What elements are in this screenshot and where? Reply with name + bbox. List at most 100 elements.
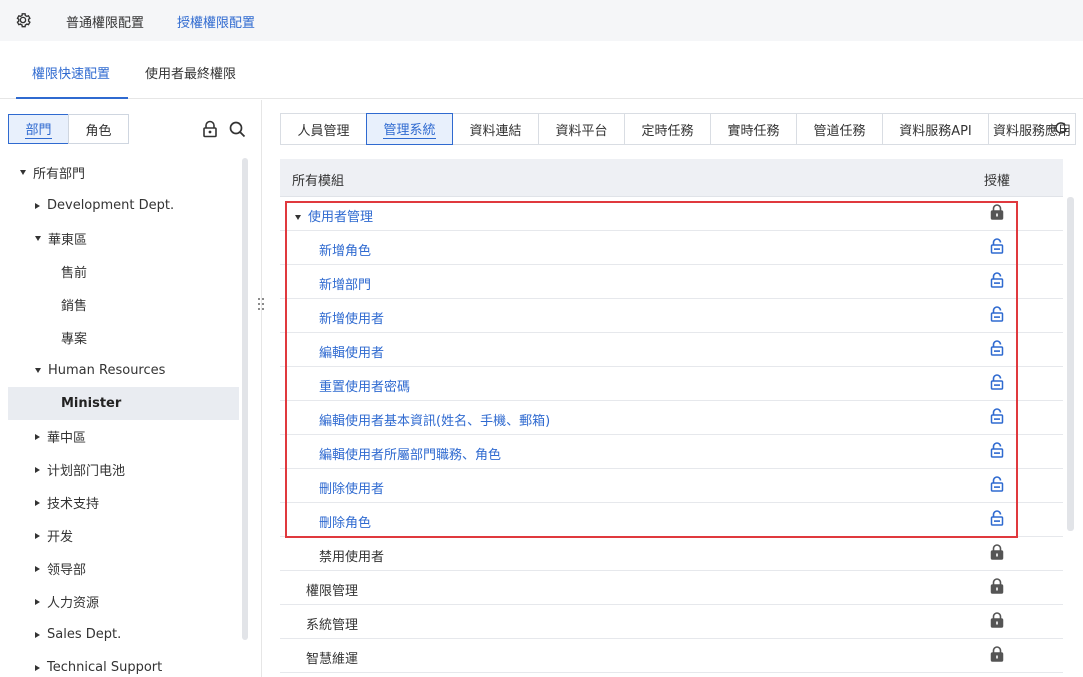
tree-item[interactable]: 華東區 xyxy=(35,222,87,255)
table-row[interactable]: 系統管理 xyxy=(280,605,1063,639)
unlock-icon[interactable] xyxy=(990,238,1004,254)
module-tab[interactable]: 資料連結 xyxy=(452,113,539,145)
table-row[interactable]: 新增部門 xyxy=(280,265,1063,299)
module-tab[interactable]: 管理系統 xyxy=(366,113,453,145)
caret-right-icon[interactable] xyxy=(35,631,40,638)
gear-icon[interactable] xyxy=(14,11,32,29)
tree-item-label: Development Dept. xyxy=(47,198,175,213)
tree-item[interactable]: 所有部門 xyxy=(20,156,85,189)
tree-item[interactable]: Minister xyxy=(8,387,239,420)
table-scrollbar[interactable] xyxy=(1067,197,1074,531)
caret-down-icon[interactable] xyxy=(20,170,26,175)
lock-icon[interactable] xyxy=(990,646,1004,662)
table-row[interactable]: 禁用使用者 xyxy=(280,537,1063,571)
unlock-icon[interactable] xyxy=(990,272,1004,288)
module-tab[interactable]: 實時任務 xyxy=(710,113,797,145)
tree-scrollbar[interactable] xyxy=(242,158,248,640)
tree-item[interactable]: 售前 xyxy=(61,255,87,288)
row-label-text: 智慧維運 xyxy=(306,652,359,667)
tree-item-label: 计划部门电池 xyxy=(47,464,126,479)
row-label-text: 編輯使用者 xyxy=(319,346,385,361)
caret-down-icon[interactable] xyxy=(35,236,41,241)
caret-right-icon[interactable] xyxy=(35,202,40,209)
module-tab[interactable]: 管道任務 xyxy=(796,113,883,145)
segment-department[interactable]: 部門 xyxy=(8,114,69,144)
caret-right-icon[interactable] xyxy=(35,499,40,506)
table-row[interactable]: 編輯使用者所屬部門職務、角色 xyxy=(280,435,1063,469)
table-row[interactable]: 使用者管理 xyxy=(280,197,1063,231)
table-row[interactable]: 編輯使用者 xyxy=(280,333,1063,367)
module-tab-label: 資料服務API xyxy=(899,123,972,139)
row-label: 重置使用者密碼 xyxy=(319,376,410,395)
tree-item[interactable]: 華中區 xyxy=(35,420,86,453)
caret-down-icon[interactable] xyxy=(295,215,301,220)
caret-right-icon[interactable] xyxy=(35,532,40,539)
tree-item-label: 技术支持 xyxy=(47,497,100,512)
caret-down-icon[interactable] xyxy=(35,368,41,373)
tree-item[interactable]: 專案 xyxy=(61,321,87,354)
row-label-text: 禁用使用者 xyxy=(319,550,385,565)
tab-authorization-permission[interactable]: 授權權限配置 xyxy=(177,12,255,31)
tree-item[interactable]: Sales Dept. xyxy=(35,618,121,651)
tree-item[interactable]: 人力资源 xyxy=(35,585,99,618)
tree-item[interactable]: Technical Support xyxy=(35,651,162,677)
unlock-icon[interactable] xyxy=(990,374,1004,390)
tree-item[interactable]: 计划部门电池 xyxy=(35,453,125,486)
caret-right-icon[interactable] xyxy=(35,466,40,473)
tab-normal-permission[interactable]: 普通權限配置 xyxy=(66,12,144,31)
module-tab-label: 管道任務 xyxy=(813,123,866,139)
row-label: 權限管理 xyxy=(306,580,358,599)
lock-icon[interactable] xyxy=(990,544,1004,560)
lock-icon[interactable] xyxy=(990,612,1004,628)
unlock-icon[interactable] xyxy=(990,306,1004,322)
refresh-icon[interactable] xyxy=(1053,120,1069,136)
table-row[interactable]: 刪除角色 xyxy=(280,503,1063,537)
module-tab-label: 人員管理 xyxy=(297,123,350,139)
tree-item[interactable]: 开发 xyxy=(35,519,73,552)
panel-resize-handle[interactable] xyxy=(256,296,266,312)
module-tab[interactable]: 資料平台 xyxy=(538,113,625,145)
caret-right-icon[interactable] xyxy=(35,433,40,440)
table-row[interactable]: 編輯使用者基本資訊(姓名、手機、郵箱) xyxy=(280,401,1063,435)
lock-icon[interactable] xyxy=(990,578,1004,594)
table-row[interactable]: 刪除使用者 xyxy=(280,469,1063,503)
module-tab-label: 資料連結 xyxy=(469,123,522,139)
top-bar: 普通權限配置 授權權限配置 xyxy=(0,0,1083,41)
header-authorization: 授權 xyxy=(984,174,1011,189)
table-row[interactable]: 新增使用者 xyxy=(280,299,1063,333)
unlock-icon[interactable] xyxy=(990,476,1004,492)
tree-item-label: 领导部 xyxy=(47,563,87,578)
module-tab[interactable]: 定時任務 xyxy=(624,113,711,145)
tree-item[interactable]: Human Resources xyxy=(35,354,165,387)
unlock-icon[interactable] xyxy=(990,442,1004,458)
module-tab[interactable]: 資料服務API xyxy=(882,113,989,145)
table-row[interactable]: 智慧維運 xyxy=(280,639,1063,673)
segment-role[interactable]: 角色 xyxy=(68,114,129,144)
lock-filter-icon[interactable] xyxy=(201,120,219,138)
tree-item[interactable]: 技术支持 xyxy=(35,486,99,519)
row-label: 系統管理 xyxy=(306,614,358,633)
unlock-icon[interactable] xyxy=(990,510,1004,526)
table-row[interactable]: 權限管理 xyxy=(280,571,1063,605)
table-row[interactable]: 新增角色 xyxy=(280,231,1063,265)
search-icon[interactable] xyxy=(228,120,246,138)
unlock-icon[interactable] xyxy=(990,340,1004,356)
row-label-text: 編輯使用者所屬部門職務、角色 xyxy=(319,448,502,463)
row-label: 編輯使用者 xyxy=(319,342,384,361)
unlock-icon[interactable] xyxy=(990,408,1004,424)
tree-item[interactable]: 銷售 xyxy=(61,288,87,321)
module-tab-label: 實時任務 xyxy=(727,123,780,139)
caret-right-icon[interactable] xyxy=(35,664,40,671)
caret-right-icon[interactable] xyxy=(35,598,40,605)
caret-right-icon[interactable] xyxy=(35,565,40,572)
table-row[interactable]: 重置使用者密碼 xyxy=(280,367,1063,401)
row-label: 新增使用者 xyxy=(319,308,384,327)
tree-item[interactable]: 领导部 xyxy=(35,552,86,585)
row-label: 智慧維運 xyxy=(306,648,358,667)
lock-icon[interactable] xyxy=(990,204,1004,220)
module-tab[interactable]: 人員管理 xyxy=(280,113,367,145)
tree-item[interactable]: Development Dept. xyxy=(35,189,174,222)
tree-item-label: Minister xyxy=(61,396,122,411)
subtab-final-permission[interactable]: 使用者最終權限 xyxy=(145,63,236,82)
subtab-quick-config[interactable]: 權限快速配置 xyxy=(32,63,110,82)
